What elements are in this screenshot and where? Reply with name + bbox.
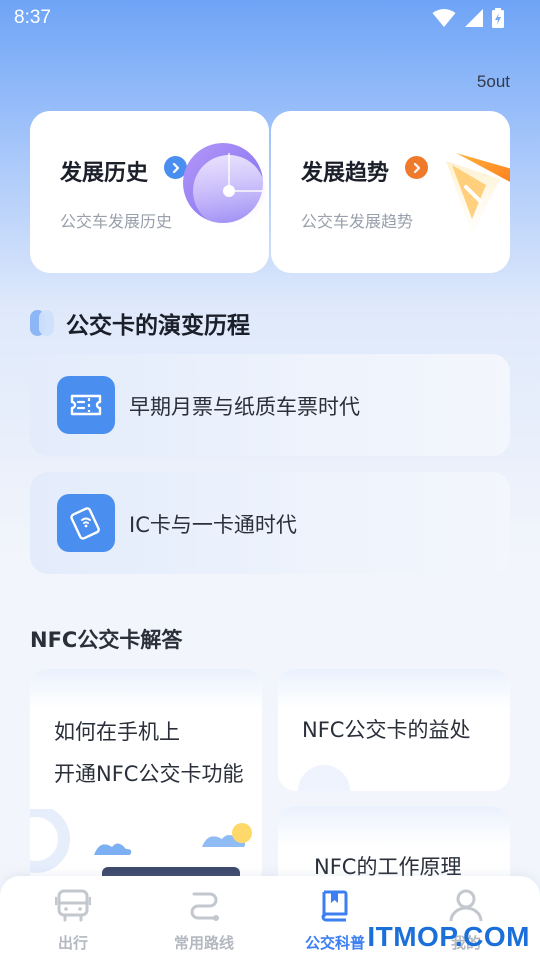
chevron-right-icon: [405, 156, 428, 179]
tab-label: 公交科普: [304, 934, 365, 952]
qa-card-title: NFC公交卡的益处: [302, 718, 471, 742]
era-item-ic-card[interactable]: IC卡与一卡通时代: [30, 472, 510, 574]
history-card-subtitle: 公交车发展历史: [60, 212, 173, 231]
battery-charging-icon: [492, 8, 504, 28]
trend-card-title: 发展趋势: [301, 161, 390, 186]
tab-routes[interactable]: 常用路线: [154, 888, 254, 953]
wifi-icon: [432, 8, 456, 28]
ticket-icon: [57, 376, 115, 434]
top-right-link[interactable]: 5out: [477, 72, 510, 92]
qa-card-line: 如何在手机上: [54, 720, 180, 744]
circle-decoration-icon: [298, 765, 350, 791]
qa-card-how-to-enable[interactable]: 如何在手机上 开通NFC公交卡功能: [30, 669, 262, 889]
era-item-label: IC卡与一卡通时代: [129, 513, 297, 537]
section-marker-icon: [30, 310, 56, 336]
evolution-section-heading: 公交卡的演变历程: [66, 313, 250, 339]
qa-card-line: 开通NFC公交卡功能: [54, 762, 244, 786]
era-item-label: 早期月票与纸质车票时代: [129, 395, 360, 419]
bus-icon: [54, 888, 92, 926]
nfc-card-icon: [57, 494, 115, 552]
signal-icon: [464, 8, 484, 28]
megaphone-illustration-icon: [442, 149, 510, 253]
history-card[interactable]: 发展历史 公交车发展历史: [30, 111, 269, 273]
era-item-paper-ticket[interactable]: 早期月票与纸质车票时代: [30, 354, 510, 456]
status-time: 8:37: [14, 7, 51, 28]
evolution-section-title: 公交卡的演变历程: [30, 306, 250, 340]
book-icon: [317, 888, 353, 926]
clock-illustration-icon: [181, 133, 269, 247]
nfc-section-title: NFC公交卡解答: [30, 628, 183, 652]
trend-card-subtitle: 公交车发展趋势: [301, 212, 414, 231]
history-card-title: 发展历史: [60, 161, 149, 186]
route-icon: [186, 888, 222, 926]
watermark: ITMOP.COM: [367, 921, 530, 952]
qa-card-title: 如何在手机上 开通NFC公交卡功能: [54, 711, 243, 795]
tab-travel[interactable]: 出行: [23, 888, 123, 953]
qa-card-benefits[interactable]: NFC公交卡的益处: [278, 669, 510, 791]
status-bar: 8:37: [0, 0, 540, 36]
status-icons: [432, 8, 504, 28]
tab-label: 常用路线: [173, 934, 234, 952]
tab-label: 出行: [57, 934, 88, 952]
trend-card[interactable]: 发展趋势 公交车发展趋势: [271, 111, 510, 273]
